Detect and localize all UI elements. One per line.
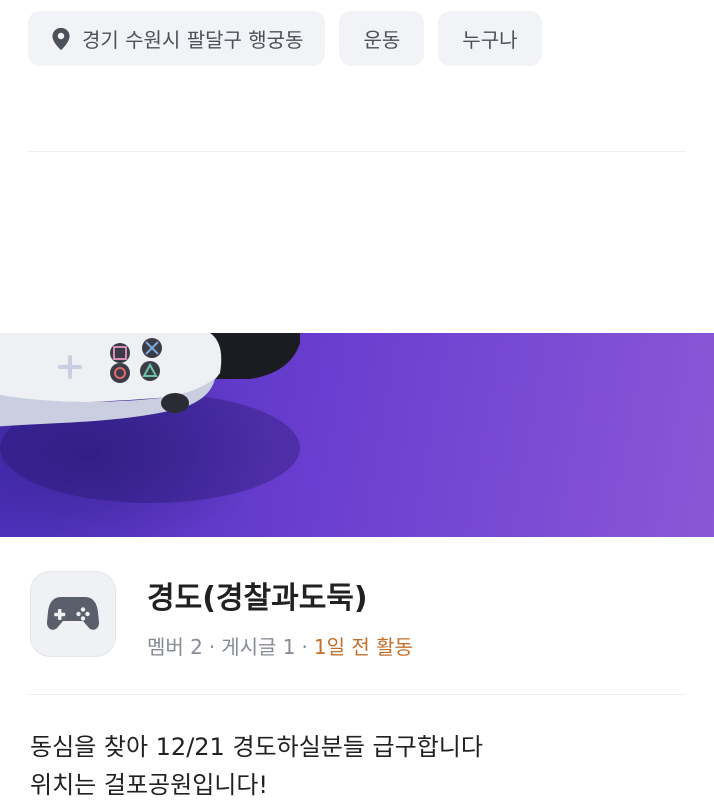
game-controller-icon <box>47 597 99 630</box>
description-line: 위치는 걸포공원입니다! <box>30 771 269 799</box>
description-line: 동심을 찾아 12/21 경도하실분들 급구합니다 <box>30 733 483 761</box>
club-description: 동심을 찾아 12/21 경도하실분들 급구합니다 위치는 걸포공원입니다! <box>30 728 483 804</box>
divider <box>28 694 686 695</box>
club-title: 경도(경찰과도둑) <box>147 581 368 616</box>
location-chip[interactable]: 경기 수원시 팔달구 행궁동 <box>28 11 326 66</box>
game-controller-illustration <box>0 333 300 503</box>
divider <box>28 151 686 152</box>
meta-separator: · <box>208 635 216 659</box>
category-label: 운동 <box>363 28 401 52</box>
audience-label: 누구나 <box>462 28 518 52</box>
audience-chip[interactable]: 누구나 <box>438 11 542 66</box>
club-icon-box <box>30 571 116 657</box>
post-count: 게시글 1 <box>221 635 296 659</box>
meta-separator: · <box>301 635 308 659</box>
last-activity: 1일 전 활동 <box>313 635 413 659</box>
map-pin-icon <box>52 27 70 50</box>
club-banner-image <box>0 333 714 537</box>
location-label: 경기 수원시 팔달구 행궁동 <box>82 28 304 52</box>
category-chip[interactable]: 운동 <box>339 11 425 66</box>
tag-chips: 경기 수원시 팔달구 행궁동 운동 누구나 <box>28 11 542 66</box>
member-count: 멤버 2 <box>147 635 203 659</box>
club-meta: 멤버 2 · 게시글 1 · 1일 전 활동 <box>147 631 413 660</box>
